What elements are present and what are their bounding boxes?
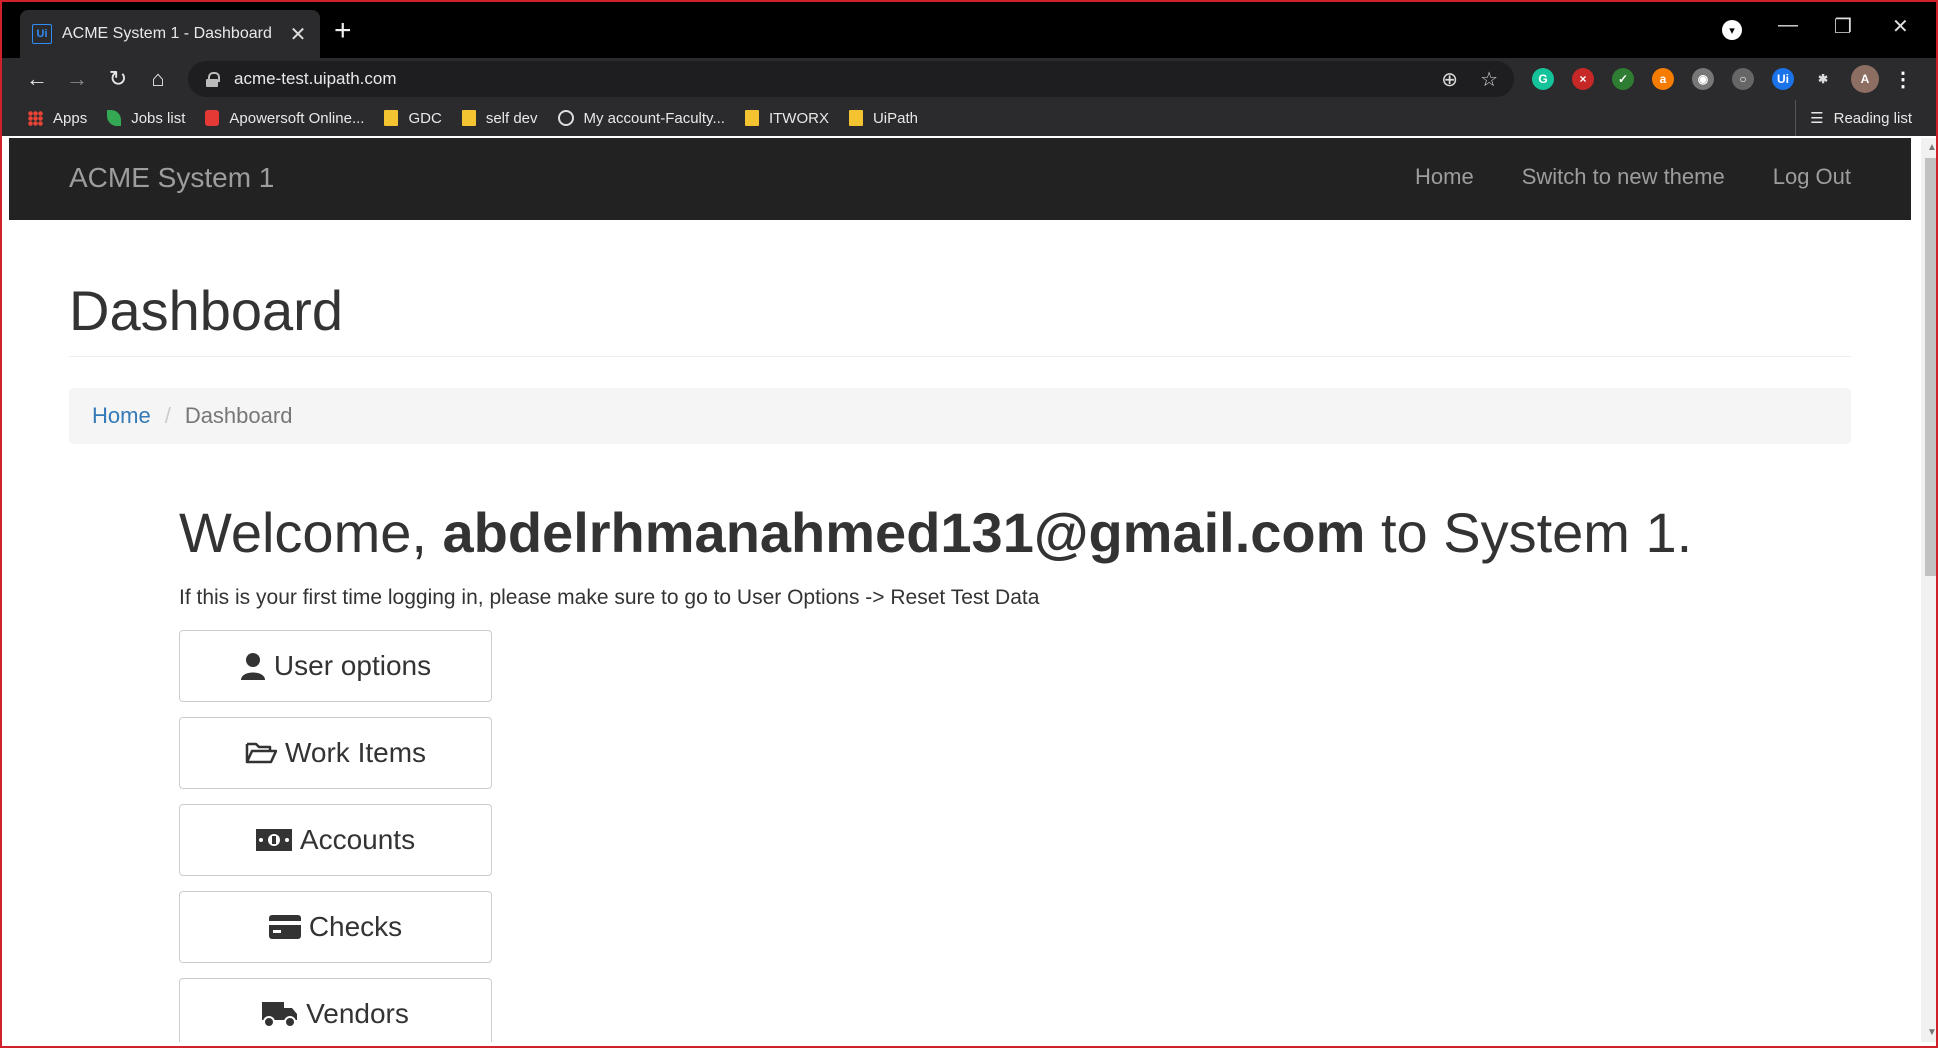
home-icon[interactable]: ⌂ [141,62,175,96]
folder-icon [744,110,759,126]
truck-icon [262,1002,298,1028]
nav-logout-link[interactable]: Log Out [1773,164,1851,190]
credit-card-icon [268,915,301,939]
breadcrumb: Home / Dashboard [69,388,1851,444]
bookmark-apps[interactable]: Apps [28,110,87,127]
checkmark-extension-icon[interactable]: ✓ [1612,68,1634,90]
bookmark-star-icon[interactable]: ☆ [1480,67,1498,92]
lock-icon [206,72,220,87]
welcome-user-email: abdelrhmanahmed131@gmail.com [442,501,1366,564]
scroll-down-arrow-icon[interactable]: ▼ [1927,1027,1936,1038]
uipath-extension-icon[interactable]: Ui [1772,68,1794,90]
welcome-prefix: Welcome, [179,501,427,564]
tab-title: ACME System 1 - Dashboard [62,25,272,42]
back-arrow-icon[interactable]: ← [20,62,54,96]
user-options-button[interactable]: User options [179,630,492,702]
zoom-icon[interactable]: ⊕ [1441,67,1458,92]
tab-search-icon[interactable]: ▾ [1722,20,1742,40]
work-items-button[interactable]: Work Items [179,717,492,789]
divider [69,356,1851,357]
reload-icon[interactable]: ↻ [101,62,135,96]
url-text: acme-test.uipath.com [234,69,397,88]
address-bar[interactable]: acme-test.uipath.com ⊕ ☆ [188,61,1514,97]
app-navbar: ACME System 1 Home Switch to new theme L… [9,138,1911,220]
leaf-icon [107,110,122,126]
checks-button[interactable]: Checks [179,891,492,963]
nav-home-link[interactable]: Home [1415,164,1474,190]
apowersoft-icon [205,110,220,126]
welcome-heading: Welcome, abdelrhmanahmed131@gmail.com to… [179,500,1692,565]
chrome-menu-icon[interactable]: ⋮ [1892,68,1914,91]
circle-extension-icon[interactable]: ○ [1732,68,1754,90]
tab-acme-dashboard[interactable]: Ui ACME System 1 - Dashboard ✕ [20,10,320,58]
globe-icon [557,110,574,126]
nav-switch-theme-link[interactable]: Switch to new theme [1522,164,1725,190]
money-bill-icon [255,829,292,851]
vendors-button[interactable]: Vendors [179,978,492,1042]
forward-arrow-icon[interactable]: → [60,62,94,96]
scroll-up-arrow-icon[interactable]: ▲ [1927,142,1936,153]
bookmark-self-dev[interactable]: self dev [461,110,538,127]
reading-list-icon: ☰ [1810,110,1824,127]
folder-icon [848,110,863,126]
new-tab-button[interactable]: + [334,16,352,46]
first-login-hint: If this is your first time logging in, p… [179,586,1040,609]
block-extension-icon[interactable]: × [1572,68,1594,90]
bookmark-gdc[interactable]: GDC [384,110,442,127]
bookmark-uipath[interactable]: UiPath [848,110,918,127]
profile-avatar[interactable]: A [1851,65,1879,93]
breadcrumb-separator: / [164,403,171,428]
user-icon [240,653,265,680]
welcome-suffix: to System 1. [1380,501,1693,564]
puzzle-extensions-icon[interactable]: ✱ [1812,68,1834,90]
bookmark-apowersoft[interactable]: Apowersoft Online... [205,110,364,127]
folder-open-icon [245,742,277,764]
folder-icon [384,110,399,126]
bookmark-jobs-list[interactable]: Jobs list [107,110,185,127]
page-viewport: ACME System 1 Home Switch to new theme L… [9,138,1911,1042]
grammarly-icon[interactable]: G [1532,68,1554,90]
shopping-bag-icon[interactable]: a [1652,68,1674,90]
folder-icon [461,110,476,126]
window-close-icon[interactable]: ✕ [1892,14,1909,39]
scrollbar-thumb[interactable] [1925,158,1936,576]
reading-list-button[interactable]: ☰ Reading list [1795,100,1912,136]
breadcrumb-home-link[interactable]: Home [92,403,151,429]
browser-toolbar: ← → ↻ ⌂ acme-test.uipath.com ⊕ ☆ G × ✓ a ◉ ○ U… [2,58,1936,100]
camera-icon[interactable]: ◉ [1692,68,1714,90]
bookmarks-bar: Apps Jobs list Apowersoft Online... GDC … [2,100,1936,136]
restore-icon[interactable]: ❐ [1834,14,1852,39]
accounts-button[interactable]: Accounts [179,804,492,876]
brand-title[interactable]: ACME System 1 [69,162,274,194]
page-scrollbar[interactable]: ▲ ▼ [1921,138,1936,1042]
apps-grid-icon [28,110,43,126]
tab-strip: Ui ACME System 1 - Dashboard ✕ + ▾ — ❐ ✕ [2,2,1936,58]
minimize-icon[interactable]: — [1778,14,1798,37]
browser-window: Ui ACME System 1 - Dashboard ✕ + ▾ — ❐ ✕… [0,0,1938,1048]
bookmark-itworx[interactable]: ITWORX [744,110,829,127]
bookmark-my-account[interactable]: My account-Faculty... [557,110,725,127]
close-tab-icon[interactable]: ✕ [288,22,308,47]
uipath-favicon-icon: Ui [32,24,52,44]
page-title: Dashboard [69,279,343,342]
breadcrumb-current: Dashboard [184,403,293,428]
